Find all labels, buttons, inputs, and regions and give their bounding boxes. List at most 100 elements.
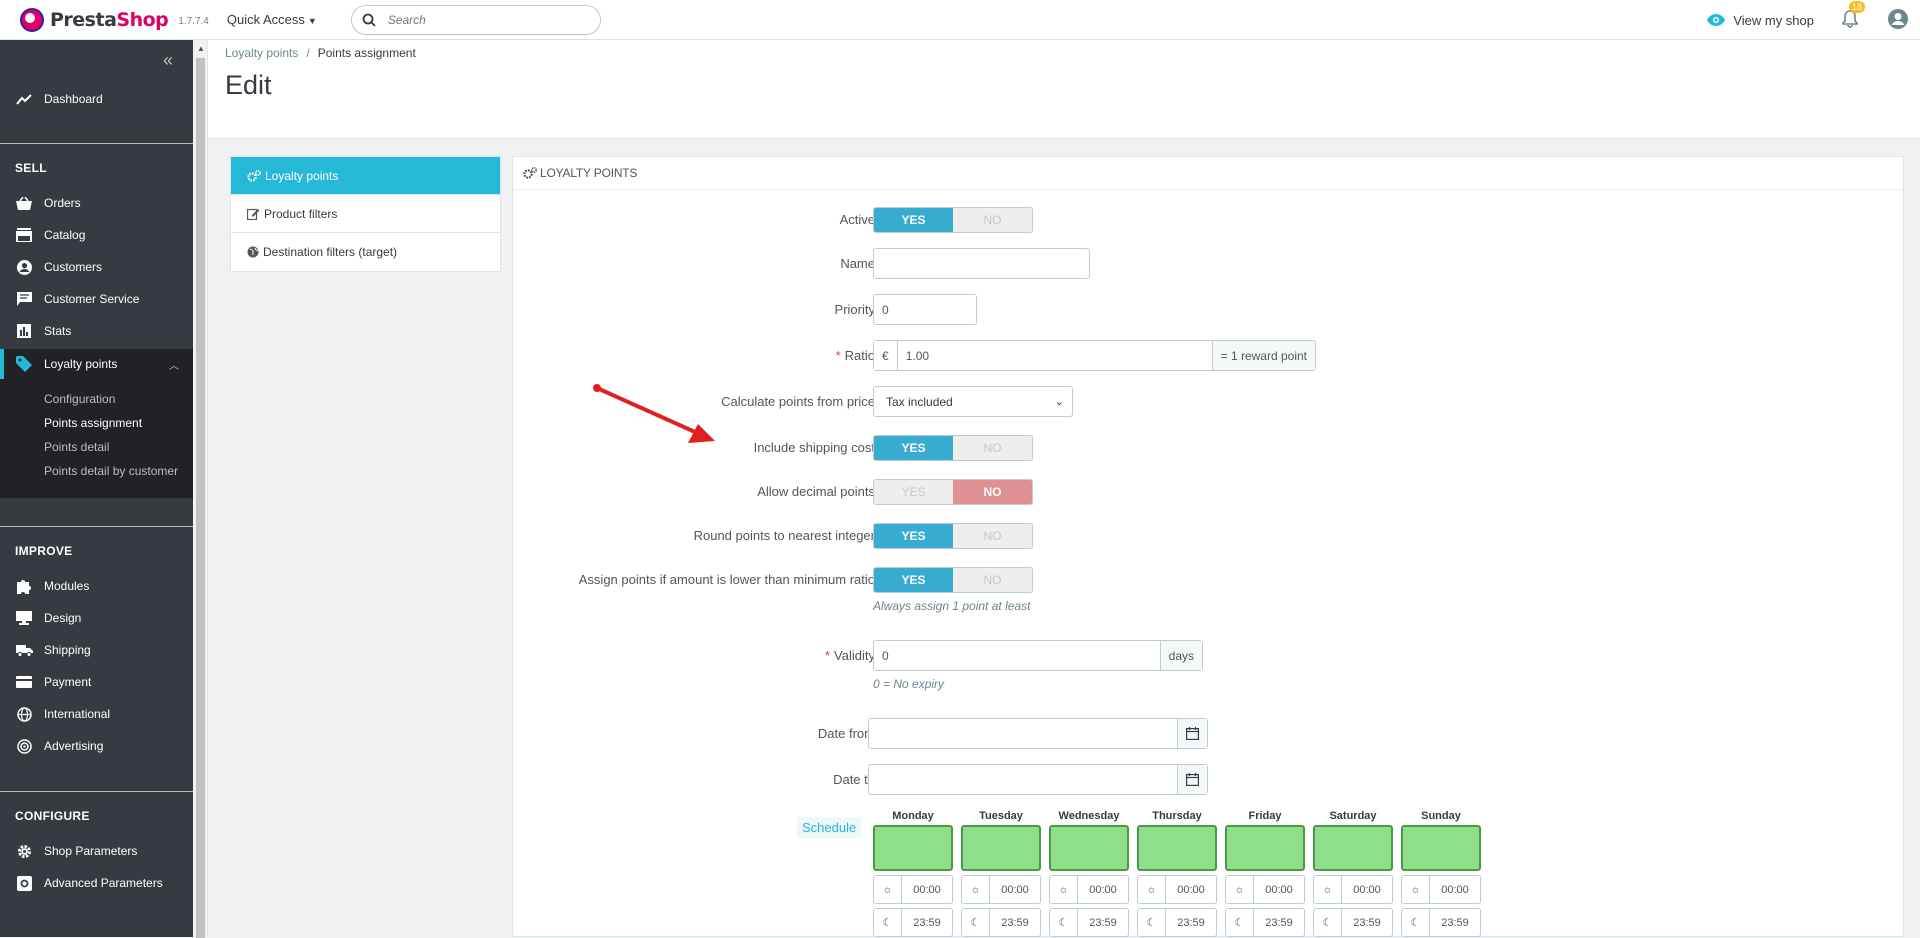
date-from-input[interactable]: [868, 718, 1208, 749]
end-time-input[interactable]: ☾ 23:59: [1313, 908, 1393, 937]
day-availability-block[interactable]: [961, 825, 1041, 871]
end-time-input[interactable]: ☾ 23:59: [1049, 908, 1129, 937]
search-input[interactable]: [387, 12, 578, 27]
sidebar-item-loyalty-points[interactable]: Loyalty points ︿: [0, 349, 193, 379]
end-time-input[interactable]: ☾ 23:59: [873, 908, 953, 937]
start-time-value[interactable]: 00:00: [1078, 876, 1128, 903]
active-switch[interactable]: YES NO: [873, 207, 1033, 233]
start-time-input[interactable]: ☼ 00:00: [1137, 875, 1217, 904]
decimal-yes[interactable]: YES: [874, 480, 953, 504]
start-time-value[interactable]: 00:00: [1342, 876, 1392, 903]
priority-input[interactable]: 0: [873, 294, 977, 325]
start-time-input[interactable]: ☼ 00:00: [873, 875, 953, 904]
end-time-value[interactable]: 23:59: [1078, 909, 1128, 936]
sidebar-item-payment[interactable]: Payment: [0, 668, 193, 696]
start-time-input[interactable]: ☼ 00:00: [1313, 875, 1393, 904]
start-time-value[interactable]: 00:00: [1166, 876, 1216, 903]
calc-price-select[interactable]: Tax included ⌄: [873, 386, 1073, 417]
end-time-value[interactable]: 23:59: [1342, 909, 1392, 936]
start-time-input[interactable]: ☼ 00:00: [1225, 875, 1305, 904]
assign-yes[interactable]: YES: [874, 568, 953, 592]
sidebar-item-shop-parameters[interactable]: Shop Parameters: [0, 837, 193, 865]
sidebar-item-design[interactable]: Design: [0, 604, 193, 632]
start-time-value[interactable]: 00:00: [1430, 876, 1480, 903]
round-switch[interactable]: YES NO: [873, 523, 1033, 549]
search-box[interactable]: [350, 4, 601, 35]
breadcrumb: Loyalty points / Points assignment: [225, 46, 416, 60]
submenu-item-configuration[interactable]: Configuration: [44, 392, 115, 406]
validity-input[interactable]: 0: [874, 649, 1160, 663]
sidebar-item-advertising[interactable]: Advertising: [0, 732, 193, 760]
start-time-value[interactable]: 00:00: [1254, 876, 1304, 903]
submenu-item-points-assignment[interactable]: Points assignment: [44, 416, 142, 430]
notifications-button[interactable]: 18: [1842, 0, 1866, 31]
round-yes[interactable]: YES: [874, 524, 953, 548]
tab-label: Loyalty points: [265, 168, 339, 183]
sidebar-scrollbar[interactable]: ▲: [193, 40, 208, 938]
tab-label: Destination filters (target): [263, 245, 398, 259]
sidebar-item-catalog[interactable]: Catalog: [0, 221, 193, 249]
sidebar-item-modules[interactable]: Modules: [0, 572, 193, 600]
tab-loyalty-points[interactable]: Loyalty points: [231, 157, 500, 195]
scrollbar-thumb[interactable]: [196, 58, 205, 938]
start-time-value[interactable]: 00:00: [902, 876, 952, 903]
schedule-button[interactable]: Schedule: [797, 817, 862, 838]
sidebar-item-international[interactable]: International: [0, 700, 193, 728]
end-time-value[interactable]: 23:59: [1166, 909, 1216, 936]
shipping-yes[interactable]: YES: [874, 436, 953, 460]
end-time-value[interactable]: 23:59: [1254, 909, 1304, 936]
prestashop-logo[interactable]: PrestaShop: [20, 7, 169, 32]
assign-no[interactable]: NO: [953, 568, 1032, 592]
sidebar-item-customer-service[interactable]: Customer Service: [0, 285, 193, 313]
divider: [0, 526, 193, 527]
date-to-input[interactable]: [868, 764, 1208, 795]
decimal-no[interactable]: NO: [953, 480, 1032, 504]
start-time-value[interactable]: 00:00: [990, 876, 1040, 903]
scroll-up-arrow-icon[interactable]: ▲: [197, 44, 205, 53]
ratio-input[interactable]: 1.00: [898, 349, 1212, 363]
collapse-sidebar-icon[interactable]: «: [163, 50, 173, 71]
shipping-no[interactable]: NO: [953, 436, 1032, 460]
start-time-input[interactable]: ☼ 00:00: [1401, 875, 1481, 904]
sidebar-item-stats[interactable]: Stats: [0, 317, 193, 345]
end-time-value[interactable]: 23:59: [990, 909, 1040, 936]
end-time-value[interactable]: 23:59: [1430, 909, 1480, 936]
decimal-switch[interactable]: YES NO: [873, 479, 1033, 505]
submenu-item-points-detail-by-customer[interactable]: Points detail by customer: [44, 464, 178, 478]
end-time-input[interactable]: ☾ 23:59: [1225, 908, 1305, 937]
start-time-input[interactable]: ☼ 00:00: [961, 875, 1041, 904]
shipping-switch[interactable]: YES NO: [873, 435, 1033, 461]
day-availability-block[interactable]: [1313, 825, 1393, 871]
submenu-item-points-detail[interactable]: Points detail: [44, 440, 109, 454]
sidebar-item-dashboard[interactable]: Dashboard: [0, 85, 193, 113]
calendar-icon[interactable]: [1177, 719, 1207, 748]
start-time-input[interactable]: ☼ 00:00: [1049, 875, 1129, 904]
calendar-icon[interactable]: [1177, 765, 1207, 794]
day-availability-block[interactable]: [873, 825, 953, 871]
tab-product-filters[interactable]: Product filters: [231, 195, 500, 233]
assign-switch[interactable]: YES NO: [873, 567, 1033, 593]
day-availability-block[interactable]: [1049, 825, 1129, 871]
active-no[interactable]: NO: [953, 208, 1032, 232]
end-time-input[interactable]: ☾ 23:59: [1137, 908, 1217, 937]
user-account-button[interactable]: [1888, 8, 1908, 32]
name-input[interactable]: [873, 248, 1090, 279]
date-from-field[interactable]: [869, 719, 1177, 748]
sidebar-item-orders[interactable]: Orders: [0, 189, 193, 217]
end-time-input[interactable]: ☾ 23:59: [1401, 908, 1481, 937]
end-time-input[interactable]: ☾ 23:59: [961, 908, 1041, 937]
active-yes[interactable]: YES: [874, 208, 953, 232]
day-availability-block[interactable]: [1225, 825, 1305, 871]
date-to-field[interactable]: [869, 765, 1177, 794]
end-time-value[interactable]: 23:59: [902, 909, 952, 936]
tab-destination-filters[interactable]: Destination filters (target): [231, 233, 500, 271]
breadcrumb-item-loyalty-points[interactable]: Loyalty points: [225, 46, 298, 60]
day-availability-block[interactable]: [1137, 825, 1217, 871]
sidebar-item-advanced-parameters[interactable]: Advanced Parameters: [0, 869, 193, 897]
view-my-shop-link[interactable]: View my shop: [1707, 13, 1814, 28]
sidebar-item-shipping[interactable]: Shipping: [0, 636, 193, 664]
day-availability-block[interactable]: [1401, 825, 1481, 871]
sidebar-item-customers[interactable]: Customers: [0, 253, 193, 281]
quick-access-menu[interactable]: Quick Access ▼: [227, 12, 317, 27]
round-no[interactable]: NO: [953, 524, 1032, 548]
